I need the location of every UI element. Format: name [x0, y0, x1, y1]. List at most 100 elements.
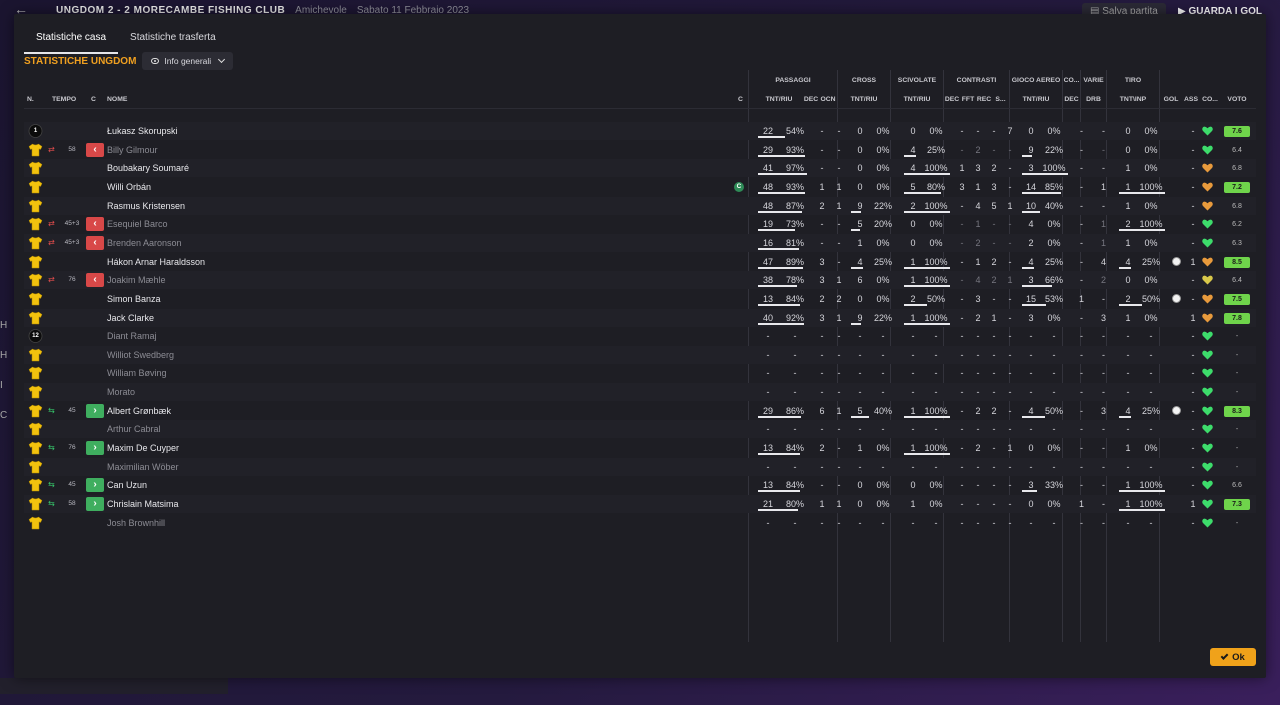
view-dropdown[interactable]: Info generali	[142, 52, 234, 70]
table-row[interactable]: Hákon Arnar Haraldsson 47 89% 3-4 25% 1 100% -1…	[24, 253, 1256, 271]
empty-stat: -	[1008, 461, 1012, 472]
player-name[interactable]: Chrislain Matsima	[107, 495, 627, 513]
player-name[interactable]: Williot Swedberg	[107, 346, 627, 364]
col-header-challenge-s[interactable]: S...	[992, 96, 1009, 103]
player-name[interactable]: Simon Banza	[107, 290, 627, 308]
col-header-co-dec[interactable]: DEC	[1063, 96, 1080, 103]
table-row[interactable]: Boubakary Soumaré 41 97% - -0 0% 4 100% 1 3 2-3 100…	[24, 159, 1256, 178]
empty-stat: -	[976, 331, 980, 342]
table-row[interactable]: ⇄ 45+3 ‹ Brenden Aaronson 16 81% - -1 0% 0 0% -2- -2…	[24, 233, 1256, 252]
col-header-challenge-dec[interactable]: DEC	[944, 96, 960, 103]
table-row[interactable]: Willi Orbán C 48 93% 1 1 0 0% 5 80% 3 1 3-14 85% -1 1 10…	[24, 178, 1256, 196]
player-name[interactable]: Brenden Aaronson	[107, 234, 627, 252]
player-name[interactable]: Maxim De Cuyper	[107, 439, 627, 457]
col-header-challenge-fft[interactable]: FFT	[960, 96, 976, 103]
table-row[interactable]: Jack Clarke 40 92% 3 1 9 22% 1 100% -2 1-3 0% -3 1 0% 1…	[24, 308, 1256, 327]
player-name[interactable]: Willi Orbán	[107, 178, 627, 196]
crosses-pct: 20%	[873, 219, 892, 230]
empty-stat: -	[858, 517, 862, 528]
table-row[interactable]: ⇆ 45 › Can Uzun 13 84% - -0 0% 0 0% - - - -3 33% - -1 100%…	[24, 476, 1256, 494]
player-name[interactable]: Morato	[107, 383, 627, 401]
table-row[interactable]: Morato - - - - - - - - - - - - - - - - - - - -	[24, 383, 1256, 402]
table-row[interactable]: 12 Diant Ramaj - - - - - - - - - - - - - - - - - - - -	[24, 327, 1256, 345]
col-header-tackle-attempts[interactable]: TNT/RIU	[893, 96, 941, 103]
empty-stat: -	[793, 517, 797, 528]
col-header-pass-ocn[interactable]: OCN	[819, 96, 837, 103]
table-row[interactable]: Josh Brownhill - - - - - - - - - - - - - - - - - - - -	[24, 514, 1256, 532]
assists-value: -	[1191, 181, 1195, 192]
table-row[interactable]: William Bøving - - - - - - - - - - - - - - - - - - - -	[24, 364, 1256, 382]
col-header-condition[interactable]: CO...	[1200, 96, 1220, 103]
table-row[interactable]: ⇄ 45+3 ‹ Esequiel Barco 19 73% - -5 20% 0 0% -1- -4 0…	[24, 215, 1256, 233]
player-name[interactable]: Can Uzun	[107, 476, 627, 494]
col-header-c[interactable]: C	[91, 96, 96, 103]
player-name[interactable]: William Bøving	[107, 364, 627, 382]
empty-stat: -	[1102, 368, 1105, 379]
player-name[interactable]: Maximilian Wöber	[107, 458, 627, 476]
challenges-dec: -	[960, 405, 964, 416]
aerial-attempted: 0	[1028, 499, 1034, 509]
bg-label: H	[0, 320, 8, 331]
col-header-num[interactable]: N.	[27, 96, 34, 103]
tab-home-stats[interactable]: Statistiche casa	[24, 28, 119, 54]
condition-heart-icon	[1202, 350, 1213, 360]
player-rating: 8.3	[1224, 405, 1250, 417]
player-name[interactable]: Josh Brownhill	[107, 514, 627, 532]
empty-stat: -	[793, 349, 797, 360]
goal-ball-icon	[1172, 293, 1181, 303]
assists-value: -	[1191, 237, 1195, 248]
col-header-cross-attempts[interactable]: TNT/RIU	[840, 96, 888, 103]
col-header-pass-dec[interactable]: DEC	[802, 96, 820, 103]
table-row[interactable]: Simon Banza 13 84% 2 2 0 0% 2 50% -3- -15 53% 1-2 50%…	[24, 290, 1256, 308]
player-name[interactable]: Esequiel Barco	[107, 215, 627, 233]
player-name[interactable]: Diant Ramaj	[107, 327, 627, 345]
sub-minute: 45+3	[64, 220, 80, 228]
player-name[interactable]: Joakim Mæhle	[107, 271, 627, 289]
col-header-captain[interactable]: C	[738, 96, 743, 103]
empty-stat: -	[960, 387, 964, 398]
challenges-s: -	[1008, 163, 1012, 174]
condition-heart-icon	[1202, 163, 1213, 173]
table-row[interactable]: ⇄ 76 ‹ Joakim Mæhle 38 78% 3 1 6 0% 1 100% -4 2 1 3 66% -…	[24, 271, 1256, 290]
table-row[interactable]: Arthur Cabral - - - - - - - - - - - - - - - - - - - -	[24, 420, 1256, 439]
player-name[interactable]: Albert Grønbæk	[107, 402, 627, 420]
table-row[interactable]: Rasmus Kristensen 48 87% 2 1 9 22% 2 100% -4 5 1 10 4…	[24, 196, 1256, 215]
col-header-goals[interactable]: GOL	[1160, 96, 1182, 103]
challenges-rec: -	[992, 480, 996, 491]
assists-value: -	[1191, 163, 1195, 174]
table-row[interactable]: ⇆ 76 › Maxim De Cuyper 13 84% 2-1 0% 1 100% -2-1 0 0…	[24, 439, 1256, 457]
eye-icon	[151, 58, 160, 64]
table-row[interactable]: Maximilian Wöber - - - - - - - - - - - - - - - - - - - -	[24, 457, 1256, 476]
sub-minute: 76	[68, 276, 76, 284]
col-header-pass-attempts[interactable]: TNT/RIU	[754, 96, 804, 103]
table-row[interactable]: ⇆ 58 › Chrislain Matsima 21 80% 1 1 0 0% 1 0% - - - -0 0…	[24, 495, 1256, 513]
table-row[interactable]: Williot Swedberg - - - - - - - - - - - - - - - - - - - -	[24, 345, 1256, 364]
player-name[interactable]: Arthur Cabral	[107, 420, 627, 438]
player-name[interactable]: Jack Clarke	[107, 309, 627, 327]
col-header-dribbles[interactable]: DRB	[1081, 96, 1106, 103]
player-name[interactable]: Boubakary Soumaré	[107, 159, 627, 177]
co-dec: 1	[1078, 293, 1084, 304]
empty-stat: -	[1052, 368, 1056, 379]
col-header-name[interactable]: NOME	[107, 96, 127, 103]
col-header-time[interactable]: TEMPO	[52, 96, 76, 103]
col-header-shots-on-target[interactable]: TNT\INP	[1109, 96, 1157, 103]
tackles-pct: 0%	[929, 126, 943, 136]
col-header-challenge-rec[interactable]: REC	[976, 96, 992, 103]
table-row[interactable]: 1 Łukasz Skorupski 22 54% - -0 0% 0 0% - - -7 0 0% - -0…	[24, 122, 1256, 140]
ok-button[interactable]: Ok	[1210, 648, 1256, 666]
empty-stat: -	[976, 461, 980, 472]
player-name[interactable]: Billy Gilmour	[107, 141, 627, 159]
header-divider	[24, 108, 1256, 109]
tab-away-stats[interactable]: Statistiche trasferta	[118, 28, 228, 54]
player-name[interactable]: Rasmus Kristensen	[107, 197, 627, 215]
table-row[interactable]: ⇆ 45 › Albert Grønbæk 29 86% 6 1 5 40% 1 100% -2 2-4 5…	[24, 402, 1256, 420]
col-header-assists[interactable]: ASS	[1182, 96, 1200, 103]
player-name[interactable]: Łukasz Skorupski	[107, 122, 627, 140]
table-row[interactable]: ⇄ 58 ‹ Billy Gilmour 29 93% - -0 0% 4 25% -2- -9 22% -…	[24, 141, 1256, 159]
col-header-rating[interactable]: VOTO	[1224, 96, 1250, 103]
empty-stat: -	[1008, 331, 1012, 342]
col-header-aerial-attempts[interactable]: TNT/RIU	[1012, 96, 1060, 103]
player-name[interactable]: Hákon Arnar Haraldsson	[107, 253, 627, 271]
bg-label: H	[0, 350, 8, 361]
